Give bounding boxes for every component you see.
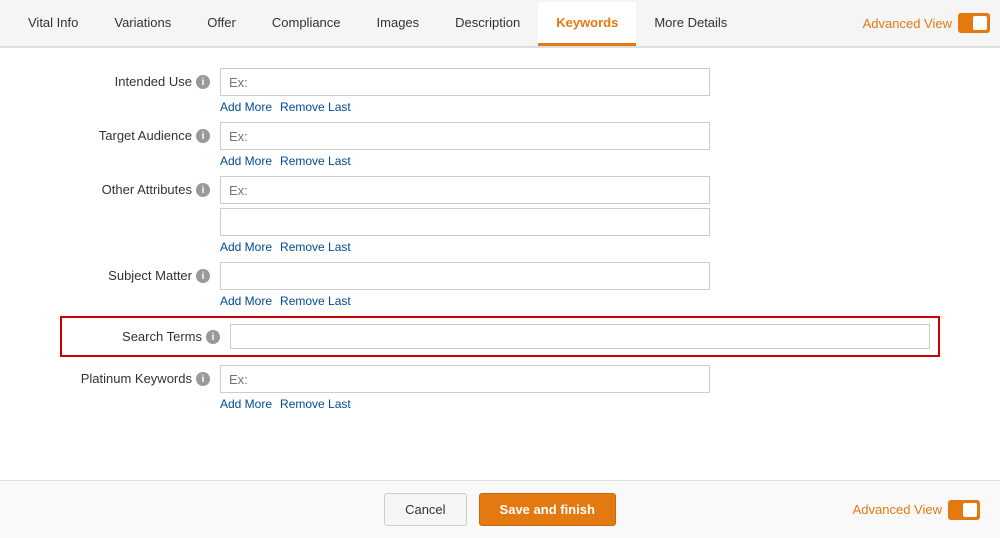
intended-use-right: Add More Remove Last <box>220 68 940 114</box>
subject-matter-label: Subject Matter i <box>60 262 220 283</box>
subject-matter-input[interactable] <box>220 262 710 290</box>
main-content: Intended Use i Add More Remove Last Targ… <box>0 48 1000 480</box>
cancel-button[interactable]: Cancel <box>384 493 466 526</box>
advanced-view-label-bottom: Advanced View <box>853 502 942 517</box>
search-terms-right <box>230 324 930 349</box>
target-audience-add-more[interactable]: Add More <box>220 154 272 168</box>
tab-variations[interactable]: Variations <box>96 2 189 46</box>
subject-matter-info-icon[interactable]: i <box>196 269 210 283</box>
platinum-keywords-label: Platinum Keywords i <box>60 365 220 386</box>
other-attributes-info-icon[interactable]: i <box>196 183 210 197</box>
target-audience-actions: Add More Remove Last <box>220 154 940 168</box>
intended-use-info-icon[interactable]: i <box>196 75 210 89</box>
toggle-switch-top[interactable] <box>958 13 990 33</box>
target-audience-label: Target Audience i <box>60 122 220 143</box>
save-finish-button[interactable]: Save and finish <box>479 493 616 526</box>
other-attributes-actions: Add More Remove Last <box>220 240 940 254</box>
toggle-knob-bottom <box>963 503 977 517</box>
intended-use-remove-last[interactable]: Remove Last <box>280 100 351 114</box>
tab-bar: Vital Info Variations Offer Compliance I… <box>0 0 1000 48</box>
toggle-knob-top <box>973 16 987 30</box>
advanced-view-toggle-top[interactable]: Advanced View <box>863 13 990 33</box>
search-terms-input[interactable] <box>230 324 930 349</box>
tab-keywords[interactable]: Keywords <box>538 2 636 46</box>
subject-matter-add-more[interactable]: Add More <box>220 294 272 308</box>
search-terms-row: Search Terms i <box>60 316 940 357</box>
intended-use-actions: Add More Remove Last <box>220 100 940 114</box>
intended-use-input[interactable] <box>220 68 710 96</box>
other-attributes-label: Other Attributes i <box>60 176 220 197</box>
platinum-keywords-row: Platinum Keywords i Add More Remove Last <box>60 365 940 411</box>
advanced-view-toggle-bottom[interactable]: Advanced View <box>853 500 980 520</box>
platinum-keywords-input[interactable] <box>220 365 710 393</box>
subject-matter-right: Add More Remove Last <box>220 262 940 308</box>
advanced-view-label-top: Advanced View <box>863 16 952 31</box>
target-audience-right: Add More Remove Last <box>220 122 940 168</box>
subject-matter-row: Subject Matter i Add More Remove Last <box>60 262 940 308</box>
target-audience-remove-last[interactable]: Remove Last <box>280 154 351 168</box>
tab-images[interactable]: Images <box>359 2 438 46</box>
tab-vital-info[interactable]: Vital Info <box>10 2 96 46</box>
platinum-keywords-remove-last[interactable]: Remove Last <box>280 397 351 411</box>
tab-description[interactable]: Description <box>437 2 538 46</box>
other-attributes-add-more[interactable]: Add More <box>220 240 272 254</box>
search-terms-info-icon[interactable]: i <box>206 330 220 344</box>
target-audience-info-icon[interactable]: i <box>196 129 210 143</box>
tab-compliance[interactable]: Compliance <box>254 2 359 46</box>
platinum-keywords-info-icon[interactable]: i <box>196 372 210 386</box>
other-attributes-row: Other Attributes i Add More Remove Last <box>60 176 940 254</box>
subject-matter-remove-last[interactable]: Remove Last <box>280 294 351 308</box>
other-attributes-remove-last[interactable]: Remove Last <box>280 240 351 254</box>
tab-offer[interactable]: Offer <box>189 2 254 46</box>
platinum-keywords-right: Add More Remove Last <box>220 365 940 411</box>
footer: Cancel Save and finish Advanced View <box>0 480 1000 538</box>
intended-use-label: Intended Use i <box>60 68 220 89</box>
platinum-keywords-actions: Add More Remove Last <box>220 397 940 411</box>
target-audience-row: Target Audience i Add More Remove Last <box>60 122 940 168</box>
other-attributes-right: Add More Remove Last <box>220 176 940 254</box>
subject-matter-actions: Add More Remove Last <box>220 294 940 308</box>
tab-more-details[interactable]: More Details <box>636 2 745 46</box>
search-terms-label: Search Terms i <box>70 329 230 344</box>
platinum-keywords-add-more[interactable]: Add More <box>220 397 272 411</box>
other-attributes-input-1[interactable] <box>220 176 710 204</box>
other-attributes-input-2[interactable] <box>220 208 710 236</box>
intended-use-row: Intended Use i Add More Remove Last <box>60 68 940 114</box>
intended-use-add-more[interactable]: Add More <box>220 100 272 114</box>
toggle-switch-bottom[interactable] <box>948 500 980 520</box>
target-audience-input[interactable] <box>220 122 710 150</box>
